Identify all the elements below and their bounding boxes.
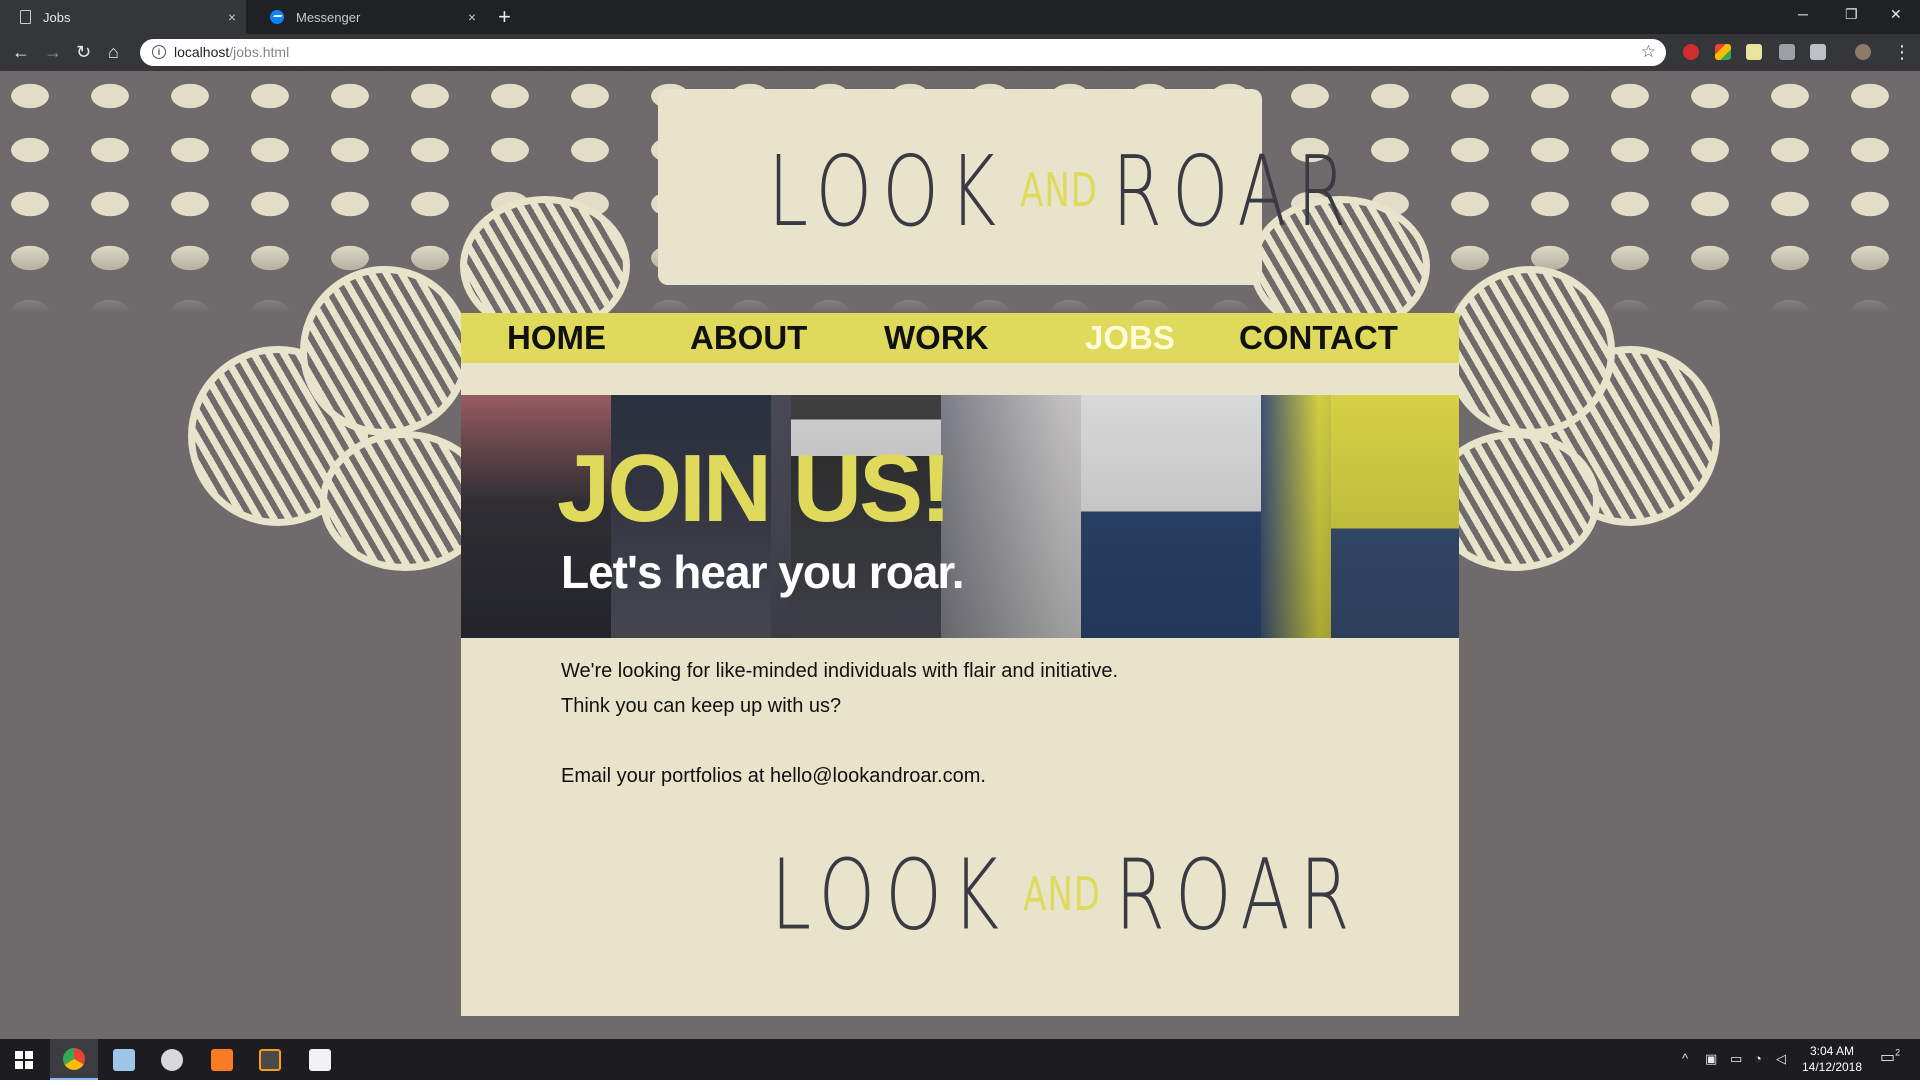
taskbar-chrome[interactable] <box>50 1039 98 1080</box>
home-icon[interactable]: ⌂ <box>108 42 119 62</box>
menu-dots-icon[interactable]: ⋮ <box>1893 42 1911 62</box>
taskbar-sublime[interactable] <box>246 1039 294 1080</box>
start-button[interactable] <box>0 1039 48 1080</box>
tab-jobs[interactable]: Jobs × <box>0 0 246 34</box>
tab-title: Messenger <box>296 9 361 25</box>
chrome-icon <box>63 1047 85 1070</box>
taskbar-notepad[interactable] <box>100 1039 148 1080</box>
profile-avatar[interactable] <box>1855 44 1871 60</box>
wifi-icon[interactable]: ◔ <box>1754 1051 1762 1066</box>
restore-button[interactable]: ❐ <box>1845 6 1858 23</box>
battery-icon[interactable]: ▭ <box>1730 1051 1742 1067</box>
site-logo[interactable]: LOOK AND ROAR <box>768 134 1357 247</box>
notification-center-icon[interactable]: ▭2 <box>1880 1047 1900 1067</box>
page-viewport: LOOK AND ROAR HOME ABOUT WORK JOBS CONTA… <box>0 71 1920 1039</box>
taskbar-paint[interactable] <box>148 1039 196 1080</box>
paint-icon <box>161 1048 183 1071</box>
tab-messenger[interactable]: Messenger × <box>250 0 486 34</box>
url-text[interactable]: localhost/jobs.html <box>174 44 289 60</box>
windows-taskbar: ^ ▣ ▭ ◔ ◁ 3:04 AM 14/12/2018 ▭2 <box>0 1039 1920 1080</box>
hero-subtitle: Let's hear you roar. <box>561 546 965 598</box>
extension-icon[interactable] <box>1715 44 1731 60</box>
extension-icon[interactable] <box>1746 44 1762 60</box>
page-icon <box>20 10 31 24</box>
new-tab-button[interactable]: + <box>498 4 511 30</box>
hero-banner: JOIN US! Let's hear you roar. <box>461 395 1459 638</box>
sublime-text-icon <box>259 1048 281 1071</box>
tab-strip: Jobs × Messenger × + ─ ❐ ✕ <box>0 0 1920 34</box>
intro-question: Think you can keep up with us? <box>561 695 842 717</box>
taskbar-photos[interactable] <box>296 1039 344 1080</box>
notepad-icon <box>113 1048 135 1071</box>
address-bar[interactable]: i localhost/jobs.html ☆ <box>140 39 1666 66</box>
taskbar-xampp[interactable] <box>198 1039 246 1080</box>
hero-title: JOIN US! <box>557 435 952 542</box>
taskbar-clock[interactable]: 3:04 AM 14/12/2018 <box>1800 1043 1864 1075</box>
close-icon[interactable]: × <box>468 9 476 25</box>
close-window-button[interactable]: ✕ <box>1890 6 1902 23</box>
yarn-ball-decoration <box>300 266 470 436</box>
yarn-ball-decoration <box>1445 266 1615 436</box>
nav-work[interactable]: WORK <box>884 319 988 357</box>
browser-toolbar: ← → ↻ ⌂ i localhost/jobs.html ☆ ⋮ <box>0 34 1920 71</box>
nav-contact[interactable]: CONTACT <box>1239 319 1398 357</box>
intro-text: We're looking for like-minded individual… <box>561 660 1119 682</box>
close-icon[interactable]: × <box>228 9 236 25</box>
opera-extension-icon[interactable] <box>1683 44 1699 60</box>
reload-icon[interactable]: ↻ <box>76 42 91 62</box>
messenger-icon <box>270 10 284 24</box>
extension-icon[interactable] <box>1810 44 1826 60</box>
header-logo-card: LOOK AND ROAR <box>658 89 1347 285</box>
windows-logo-icon <box>15 1050 33 1069</box>
photos-icon <box>309 1048 331 1071</box>
volume-icon[interactable]: ◁ <box>1776 1051 1786 1067</box>
tab-title: Jobs <box>43 9 71 25</box>
nav-spacer <box>461 363 1459 395</box>
main-navigation: HOME ABOUT WORK JOBS CONTACT <box>461 313 1459 363</box>
footer-logo: LOOK AND ROAR <box>771 838 1360 952</box>
shield-extension-icon[interactable] <box>1779 44 1795 60</box>
email-instruction: Email your portfolios at hello@lookandro… <box>561 765 986 787</box>
jobs-content: We're looking for like-minded individual… <box>461 638 1459 1016</box>
nav-about[interactable]: ABOUT <box>690 319 807 357</box>
minimize-button[interactable]: ─ <box>1798 6 1808 22</box>
security-icon[interactable]: ▣ <box>1705 1051 1717 1067</box>
info-icon[interactable]: i <box>152 45 166 59</box>
bookmark-star-icon[interactable]: ☆ <box>1641 42 1656 62</box>
forward-arrow-icon[interactable]: → <box>44 42 62 62</box>
nav-jobs[interactable]: JOBS <box>1085 319 1175 357</box>
xampp-icon <box>211 1048 233 1071</box>
back-arrow-icon[interactable]: ← <box>12 42 30 62</box>
chevron-up-icon[interactable]: ^ <box>1682 1051 1688 1066</box>
nav-home[interactable]: HOME <box>507 319 606 357</box>
